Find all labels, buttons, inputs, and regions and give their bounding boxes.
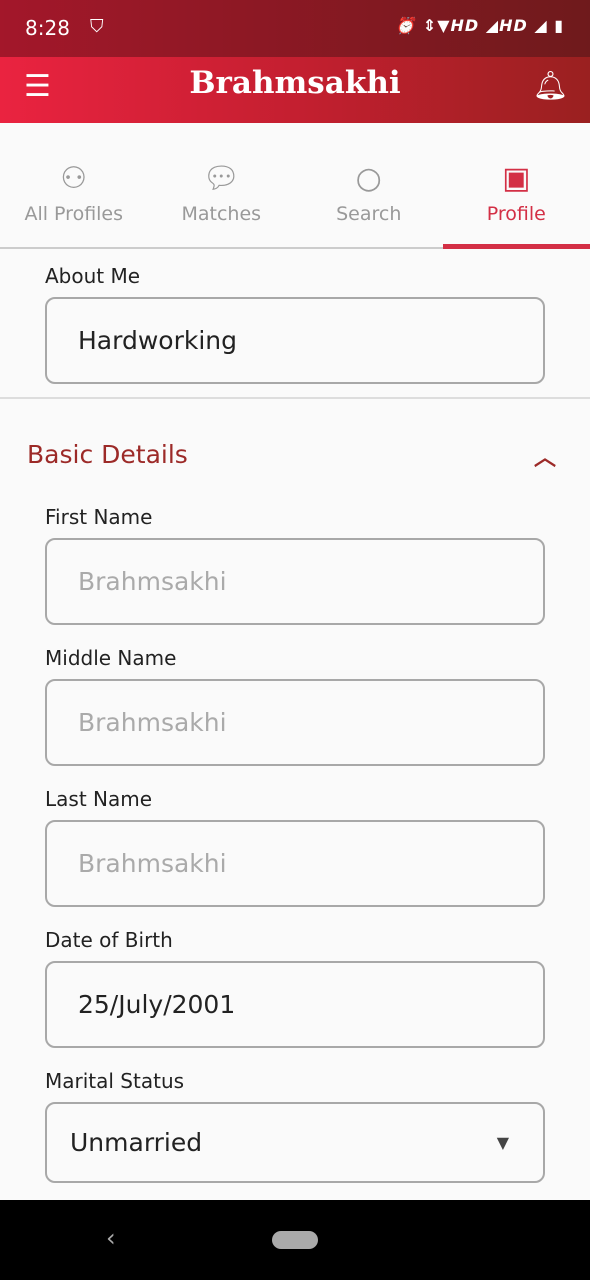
last-name-input[interactable]: Brahmsakhi xyxy=(45,820,545,907)
status-bar: 8:28 ⛉ ⏰ ⇕▼HD ◢HD ◢ ▮ xyxy=(0,0,590,57)
middle-name-label: Middle Name xyxy=(45,646,177,670)
app-bar: ☰ Brahmsakhi 🔔︎ xyxy=(0,57,590,123)
marital-status-value: Unmarried xyxy=(70,1128,203,1157)
tab-matches[interactable]: 💬︎ Matches xyxy=(148,123,296,247)
app-title: Brahmsakhi xyxy=(189,65,401,101)
home-pill[interactable] xyxy=(272,1231,318,1249)
search-heart-icon: ○ xyxy=(355,161,382,196)
dob-label: Date of Birth xyxy=(45,928,173,952)
back-icon[interactable]: ‹ xyxy=(106,1224,116,1252)
tab-bar: ⚇ All Profiles 💬︎ Matches ○ Search ▣ Profile xyxy=(0,123,590,249)
first-name-label: First Name xyxy=(45,505,153,529)
tab-all-profiles[interactable]: ⚇ All Profiles xyxy=(0,123,148,247)
basic-details-header[interactable]: Basic Details xyxy=(27,440,188,469)
bell-icon[interactable]: 🔔︎ xyxy=(532,69,568,102)
about-me-input[interactable]: Hardworking xyxy=(45,297,545,384)
dropdown-arrow-icon: ▼ xyxy=(496,1133,509,1152)
shield-icon: ⛉ xyxy=(90,16,104,37)
tab-search[interactable]: ○ Search xyxy=(295,123,443,247)
system-nav-bar: ‹ xyxy=(0,1200,590,1280)
tab-profile[interactable]: ▣ Profile xyxy=(442,123,590,249)
divider xyxy=(0,397,590,399)
tab-label: Search xyxy=(336,203,402,225)
tab-label: Profile xyxy=(486,203,546,225)
about-me-label: About Me xyxy=(45,264,141,288)
marital-status-select[interactable]: Unmarried ▼ xyxy=(45,1102,545,1183)
heart-chat-icon: 💬︎ xyxy=(202,161,241,196)
users-icon: ⚇ xyxy=(60,161,88,196)
middle-name-input[interactable]: Brahmsakhi xyxy=(45,679,545,766)
tab-label: All Profiles xyxy=(24,203,124,225)
dob-input[interactable]: 25/July/2001 xyxy=(45,961,545,1048)
tab-label: Matches xyxy=(181,203,262,225)
chevron-up-icon[interactable]: ︿ xyxy=(534,440,556,472)
status-time: 8:28 xyxy=(25,16,70,40)
marital-status-label: Marital Status xyxy=(45,1069,185,1093)
status-icons: ⏰ ⇕▼HD ◢HD ◢ ▮ xyxy=(395,16,564,35)
last-name-label: Last Name xyxy=(45,787,153,811)
first-name-input[interactable]: Brahmsakhi xyxy=(45,538,545,625)
profile-icon: ▣ xyxy=(502,161,531,196)
